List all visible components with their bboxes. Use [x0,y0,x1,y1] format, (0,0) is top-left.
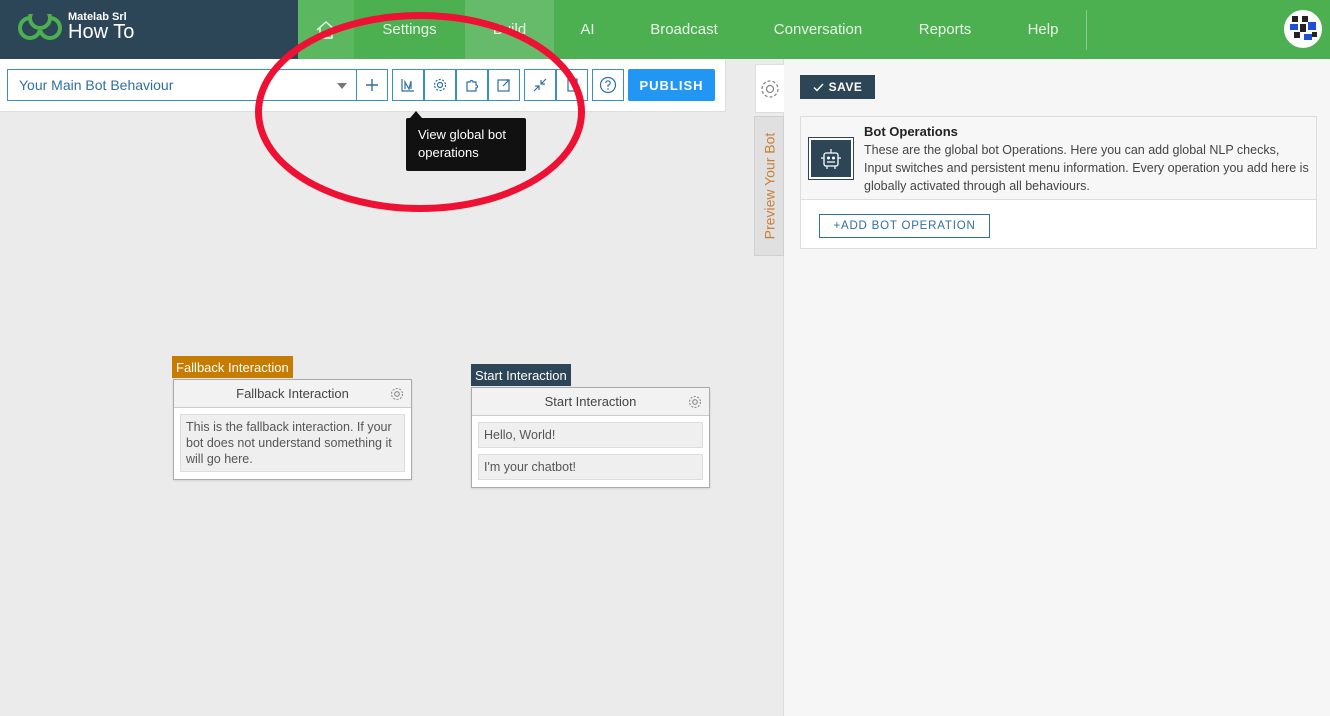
node-header: Start Interaction [472,388,709,416]
nav-ai[interactable]: AI [554,0,621,59]
logo-icon [18,14,62,40]
brand-block[interactable]: Matelab Srl How To [0,0,298,59]
start-interaction-tag: Start Interaction [471,364,571,386]
builder-toolbar: Your Main Bot Behaviour PUBLISH [0,59,726,112]
save-label: SAVE [828,80,863,94]
nav-settings[interactable]: Settings [354,0,465,59]
fallback-interaction-tag: Fallback Interaction [172,356,293,378]
gear-icon[interactable] [687,394,703,410]
publish-button[interactable]: PUBLISH [628,69,715,101]
nav-divider [1086,10,1087,50]
question-icon [599,76,617,94]
help-button[interactable] [592,69,624,101]
behaviour-select[interactable]: Your Main Bot Behaviour [7,69,357,101]
add-bot-operation-button[interactable]: + ADD BOT OPERATION [819,214,990,238]
avatar-icon [1286,12,1320,46]
fallback-interaction-node[interactable]: Fallback Interaction This is the fallbac… [173,379,412,480]
gear-icon [433,78,447,92]
node-message[interactable]: This is the fallback interaction. If you… [180,414,405,472]
save-button[interactable]: SAVE [800,75,875,99]
node-message[interactable]: Hello, World! [478,422,703,448]
preview-bot-tab[interactable]: Preview Your Bot [754,116,784,256]
main-nav: Settings Build AI Broadcast Conversation… [298,0,1085,59]
operations-icon [401,79,414,92]
plugins-button[interactable] [456,69,488,101]
nav-broadcast[interactable]: Broadcast [621,0,747,59]
add-op-label: ADD BOT OPERATION [840,220,976,232]
node-title: Fallback Interaction [236,386,349,401]
preview-tab-label: Preview Your Bot [761,132,777,240]
nav-help[interactable]: Help [1001,0,1085,59]
export-icon [497,79,510,92]
global-operations-button[interactable] [392,69,424,101]
document-icon [567,78,578,92]
collapse-button[interactable] [524,69,556,101]
chevron-down-icon [337,83,347,89]
nav-home[interactable] [298,0,354,59]
ops-title: Bot Operations [864,124,958,139]
ops-card-header: Bot Operations These are the global bot … [801,117,1316,200]
nav-reports[interactable]: Reports [889,0,1001,59]
collapse-icon [533,78,547,92]
bot-operations-card: Bot Operations These are the global bot … [800,116,1317,249]
home-icon [316,20,336,39]
plus-icon: + [833,220,841,232]
export-button[interactable] [488,69,520,101]
node-message[interactable]: I'm your chatbot! [478,454,703,480]
puzzle-icon [466,79,479,92]
ops-description: These are the global bot Operations. Her… [864,143,1309,193]
robot-icon [808,137,854,180]
user-avatar[interactable] [1284,10,1322,48]
add-behaviour-button[interactable] [356,69,388,101]
gear-icon[interactable] [389,386,405,402]
behaviour-select-value: Your Main Bot Behaviour [19,77,174,93]
top-navbar: Matelab Srl How To Settings Build AI Bro… [0,0,1330,59]
plus-icon [366,79,378,91]
tooltip: View global bot operations [406,111,526,171]
node-header: Fallback Interaction [174,380,411,408]
gear-icon [761,79,779,98]
notes-button[interactable] [556,69,588,101]
app-name: How To [68,21,135,43]
start-interaction-node[interactable]: Start Interaction Hello, World! I'm your… [471,387,710,488]
settings-tab[interactable] [755,64,784,113]
nav-conversation[interactable]: Conversation [747,0,889,59]
nav-build[interactable]: Build [465,0,554,59]
behaviour-settings-button[interactable] [424,69,456,101]
check-icon [813,83,824,92]
node-title: Start Interaction [544,394,637,409]
